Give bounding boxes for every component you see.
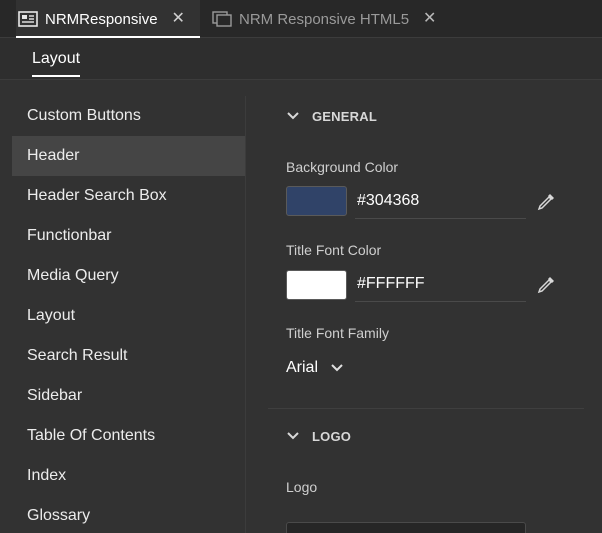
logo-section-header[interactable]: LOGO bbox=[286, 426, 351, 446]
title-font-color-value: #FFFFFF bbox=[357, 274, 425, 292]
sidebar-item-label: Layout bbox=[27, 307, 76, 324]
tab-strip: NRMResponsive ✕ NRM Responsive HTML5 ✕ bbox=[0, 0, 602, 38]
tab-label: Layout bbox=[32, 50, 81, 67]
general-section-header[interactable]: GENERAL bbox=[286, 106, 377, 126]
section-title: LOGO bbox=[312, 428, 352, 444]
background-color-label: Background Color bbox=[286, 159, 399, 175]
layout-icon bbox=[18, 11, 38, 27]
sidebar-item-label: Sidebar bbox=[27, 387, 83, 404]
sidebar-item-custom-buttons[interactable]: Custom Buttons bbox=[12, 96, 245, 136]
close-icon[interactable]: ✕ bbox=[423, 11, 436, 27]
tab-nrm-responsive-html5[interactable]: NRM Responsive HTML5 ✕ bbox=[212, 0, 452, 38]
tab-nrmresponsive[interactable]: NRMResponsive ✕ bbox=[16, 0, 200, 38]
sidebar-item-index[interactable]: Index bbox=[12, 456, 245, 496]
chevron-down-icon bbox=[331, 364, 343, 372]
sidebar-item-label: Search Result bbox=[27, 347, 128, 364]
tab-label: NRM Responsive HTML5 bbox=[239, 10, 410, 28]
title-font-family-value: Arial bbox=[286, 359, 319, 376]
sidebar-item-header-search-box[interactable]: Header Search Box bbox=[12, 176, 245, 216]
sidebar-item-search-result[interactable]: Search Result bbox=[12, 336, 245, 376]
sidebar-item-label: Custom Buttons bbox=[27, 107, 141, 124]
background-color-value: #304368 bbox=[357, 191, 420, 209]
title-font-family-label: Title Font Family bbox=[286, 325, 389, 341]
sidebar-item-sidebar[interactable]: Sidebar bbox=[12, 376, 245, 416]
sidebar-item-media-query[interactable]: Media Query bbox=[12, 256, 245, 296]
title-font-color-label: Title Font Color bbox=[286, 242, 382, 258]
close-icon[interactable]: ✕ bbox=[172, 11, 185, 27]
sidebar-item-label: Glossary bbox=[27, 507, 91, 524]
sidebar-item-functionbar[interactable]: Functionbar bbox=[12, 216, 245, 256]
sidebar-item-label: Header Search Box bbox=[27, 187, 167, 204]
sidebar-item-glossary[interactable]: Glossary bbox=[12, 496, 245, 533]
sidebar-item-label: Index bbox=[27, 467, 67, 484]
chevron-down-icon bbox=[287, 112, 299, 120]
eyedropper-icon[interactable] bbox=[535, 191, 557, 213]
app-window: NRMResponsive ✕ NRM Responsive HTML5 ✕ L… bbox=[0, 0, 602, 533]
title-font-family-dropdown[interactable]: Arial bbox=[286, 356, 344, 380]
background-color-input[interactable]: #304368 bbox=[355, 183, 526, 219]
section-title: GENERAL bbox=[312, 108, 377, 124]
sidebar-item-layout[interactable]: Layout bbox=[12, 296, 245, 336]
eyedropper-icon[interactable] bbox=[535, 274, 557, 296]
sub-header: Layout bbox=[0, 38, 602, 80]
sidebar-item-header[interactable]: Header bbox=[12, 136, 245, 176]
logo-label: Logo bbox=[286, 479, 318, 495]
tab-label: NRMResponsive bbox=[45, 10, 158, 28]
tab-layout[interactable]: Layout bbox=[20, 38, 92, 80]
section-divider bbox=[268, 408, 584, 409]
sidebar-item-label: Media Query bbox=[27, 267, 119, 284]
chevron-down-icon bbox=[287, 432, 299, 440]
sidebar-item-label: Header bbox=[27, 147, 80, 164]
background-color-swatch[interactable] bbox=[286, 186, 347, 216]
title-font-color-input[interactable]: #FFFFFF bbox=[355, 266, 526, 302]
sidebar-item-table-of-contents[interactable]: Table Of Contents bbox=[12, 416, 245, 456]
sidebar-item-label: Functionbar bbox=[27, 227, 112, 244]
sidebar-item-label: Table Of Contents bbox=[27, 427, 156, 444]
copy-icon bbox=[212, 11, 232, 27]
logo-input[interactable] bbox=[286, 522, 526, 533]
title-font-color-swatch[interactable] bbox=[286, 270, 347, 300]
